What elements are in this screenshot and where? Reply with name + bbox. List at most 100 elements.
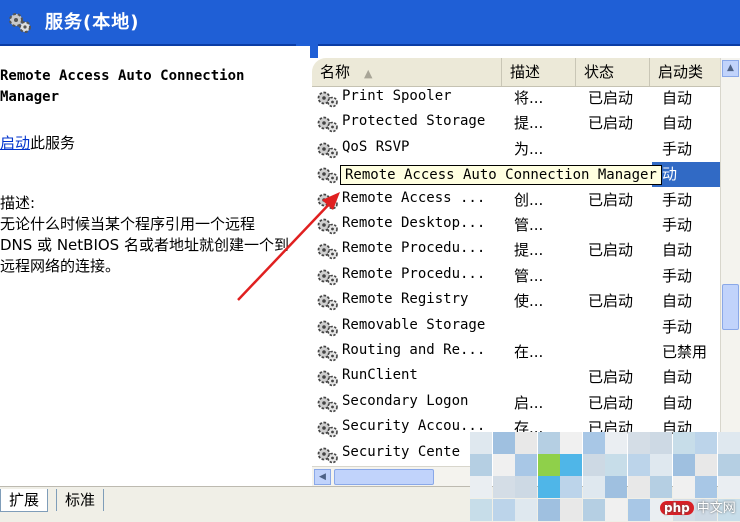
service-startup-type: 已禁用 — [662, 343, 708, 361]
mosaic-tile — [492, 432, 515, 454]
service-description: 提... — [514, 241, 544, 260]
mosaic-tile — [537, 498, 560, 521]
service-gear-icon — [317, 193, 338, 209]
service-gear-icon — [317, 370, 338, 387]
scroll-up-arrow-icon[interactable]: ▲ — [722, 60, 739, 77]
horizontal-scrollbar[interactable]: ◀ — [312, 466, 472, 487]
vertical-scroll-thumb[interactable] — [722, 284, 739, 330]
service-title: Remote Access Auto Connection Manager — [0, 68, 245, 105]
mosaic-tile — [492, 498, 515, 521]
service-name: Remote Procedu... — [342, 240, 486, 257]
service-status: 已启动 — [588, 114, 634, 133]
mosaic-tile — [605, 432, 627, 454]
column-startup-type[interactable]: 启动类 — [650, 58, 720, 86]
table-row[interactable]: Remote Registry 使... 已启动 自动 — [312, 289, 720, 314]
column-name-label: 名称 — [320, 63, 351, 81]
service-name: Secondary Logon — [342, 392, 469, 409]
extended-detail-pane: Remote Access Auto Connection Manager 启动… — [0, 46, 310, 486]
table-row[interactable]: Secondary Logon 启... 已启动 自动 — [312, 391, 720, 416]
service-description: 在... — [514, 343, 544, 361]
mosaic-tile — [537, 476, 560, 499]
mosaic-tile — [605, 476, 627, 499]
service-name: QoS RSVP — [342, 138, 410, 155]
mosaic-tile — [582, 476, 605, 499]
mosaic-tile — [717, 432, 740, 454]
service-status: 已启动 — [588, 393, 634, 412]
column-status[interactable]: 状态 — [576, 58, 650, 86]
mosaic-tile — [560, 498, 582, 521]
vertical-scrollbar[interactable]: ▲ — [720, 58, 740, 470]
service-startup-type: 手动 — [662, 317, 693, 336]
mosaic-tile — [560, 454, 582, 477]
service-description: 为... — [514, 139, 544, 158]
service-gear-icon — [317, 243, 338, 260]
table-row[interactable]: Print Spooler 将... 已启动 自动 — [312, 86, 720, 111]
table-row[interactable]: Protected Storage 提... 已启动 自动 — [312, 111, 720, 136]
table-row[interactable]: Remote Procedu... 管... 手动 — [312, 264, 720, 289]
service-gear-icon — [317, 421, 338, 438]
table-row[interactable]: QoS RSVP 为... 手动 — [312, 137, 720, 162]
service-name: Routing and Re... — [342, 342, 486, 358]
mosaic-tile — [582, 498, 605, 521]
table-row[interactable]: Remote Desktop... 管... 手动 — [312, 213, 720, 238]
tab-standard[interactable]: 标准 — [56, 489, 105, 511]
window-title: 服务(本地) — [45, 12, 140, 33]
mosaic-tile — [560, 476, 582, 499]
mosaic-tile — [672, 432, 695, 454]
mosaic-tile — [695, 454, 717, 477]
mosaic-tile — [582, 432, 605, 454]
mosaic-tile — [515, 476, 537, 499]
mosaic-tile — [650, 476, 672, 499]
service-gear-icon — [317, 320, 338, 336]
column-description[interactable]: 描述 — [502, 58, 576, 86]
mosaic-tile — [605, 454, 627, 477]
description-text: 无论什么时候当某个程序引用一个远程 DNS 或 NetBIOS 名或者地址就创建… — [0, 215, 289, 275]
service-startup-type: 自动 — [662, 241, 693, 260]
table-row[interactable]: Remote Access ... 创... 已启动 手动 — [312, 188, 720, 213]
window-title-bar: 服务(本地) — [0, 0, 740, 46]
service-startup-type: 手动 — [662, 139, 693, 158]
mosaic-tile — [515, 498, 537, 521]
service-name: Security Accou... — [342, 418, 486, 435]
service-description: 提... — [514, 114, 544, 133]
mosaic-tile — [627, 476, 650, 499]
horizontal-scroll-thumb[interactable] — [334, 469, 434, 485]
table-row[interactable]: RunClient 已启动 自动 — [312, 365, 720, 390]
mosaic-tile — [717, 454, 740, 477]
mosaic-tile — [470, 454, 492, 477]
mosaic-tile — [470, 432, 492, 454]
table-row[interactable]: Removable Storage 手动 — [312, 315, 720, 340]
start-service-suffix: 此服务 — [30, 134, 76, 152]
table-row[interactable]: Remote Procedu... 提... 已启动 自动 — [312, 238, 720, 263]
service-description: 将... — [514, 89, 544, 107]
mosaic-tile — [537, 454, 560, 477]
mosaic-tile — [515, 432, 537, 454]
service-gear-icon — [317, 447, 338, 463]
mosaic-tile — [582, 454, 605, 477]
service-name: RunClient — [342, 367, 418, 384]
watermark-badge: php — [660, 501, 694, 515]
service-name: Security Cente — [342, 443, 461, 460]
service-name: Remote Desktop... — [342, 215, 486, 231]
mosaic-tile — [672, 476, 695, 499]
watermark-text: 中文网 — [696, 501, 736, 516]
table-row[interactable]: Routing and Re... 在... 已禁用 — [312, 340, 720, 365]
mosaic-tile — [492, 454, 515, 477]
service-gear-icon — [317, 218, 338, 235]
column-name[interactable]: 名称 ▲ — [312, 58, 502, 86]
service-name: Removable Storage — [342, 316, 486, 333]
service-status: 已启动 — [588, 241, 634, 260]
column-header: 名称 ▲ 描述 状态 启动类 — [312, 58, 720, 87]
service-gear-icon — [317, 91, 338, 108]
service-gear-icon — [317, 167, 338, 184]
description-label: 描述: — [0, 194, 36, 212]
service-name: Remote Access ... — [342, 189, 486, 206]
start-service-link[interactable]: 启动 — [0, 134, 30, 152]
service-gear-icon — [317, 345, 338, 362]
mosaic-tile — [672, 454, 695, 477]
scroll-left-arrow-icon[interactable]: ◀ — [314, 469, 331, 485]
service-description: 创... — [514, 190, 544, 209]
mosaic-tile — [627, 454, 650, 477]
tab-extended[interactable]: 扩展 — [0, 489, 49, 512]
service-gear-icon — [317, 142, 338, 159]
